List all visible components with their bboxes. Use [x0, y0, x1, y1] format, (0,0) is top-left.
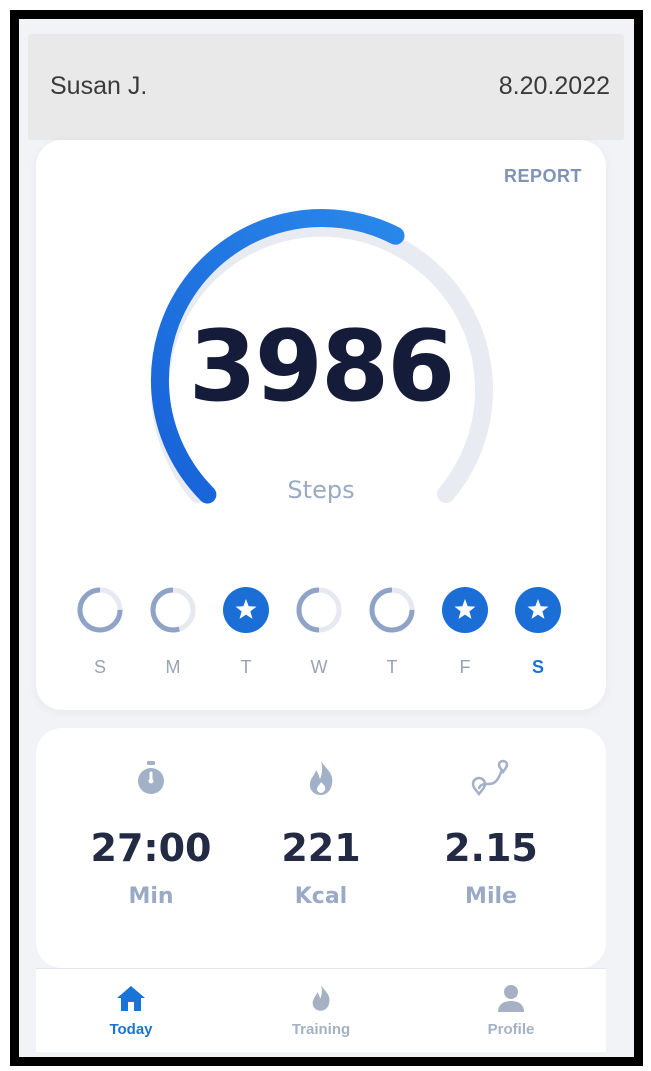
day-label: S	[531, 657, 544, 677]
app-header: Susan J. 8.20.2022	[28, 34, 624, 140]
person-icon	[498, 985, 524, 1012]
weekly-progress: SMTWTFS	[72, 585, 572, 685]
goal-star-icon	[223, 587, 269, 633]
day-indicator[interactable]: S	[510, 585, 566, 685]
tab-profile-label: Profile	[487, 1021, 535, 1038]
bottom-tab-bar: Today Training Profile	[36, 968, 606, 1052]
duration-value: 27:00	[90, 826, 212, 870]
flame-icon	[309, 761, 333, 795]
day-label: T	[240, 657, 252, 677]
day-indicator[interactable]: M	[145, 585, 201, 685]
calories-stat: 221 Kcal	[226, 758, 416, 909]
day-label: M	[165, 657, 181, 677]
day-indicator[interactable]: W	[291, 585, 347, 685]
home-icon	[117, 986, 145, 1011]
day-label: F	[459, 657, 471, 677]
progress-ring-icon	[296, 587, 342, 633]
day-label: W	[310, 657, 328, 677]
progress-ring-icon	[77, 587, 123, 633]
steps-card: REPORT 3986 Steps SMTWTFS	[36, 140, 606, 710]
distance-value: 2.15	[444, 826, 538, 870]
day-indicator[interactable]: S	[72, 585, 128, 685]
steps-label: Steps	[287, 476, 355, 504]
current-date: 8.20.2022	[498, 72, 610, 100]
progress-ring-icon	[150, 587, 196, 633]
tab-today[interactable]: Today	[36, 983, 226, 1038]
tab-training[interactable]: Training	[226, 983, 416, 1038]
duration-unit: Min	[128, 884, 174, 909]
day-indicator[interactable]: F	[437, 585, 493, 685]
distance-stat: 2.15 Mile	[396, 758, 586, 909]
day-indicator[interactable]: T	[218, 585, 274, 685]
flame-icon	[312, 985, 330, 1011]
calories-unit: Kcal	[294, 884, 348, 909]
distance-unit: Mile	[465, 884, 517, 909]
tab-today-label: Today	[109, 1021, 153, 1038]
stats-card: 27:00 Min 221 Kcal 2.15 Mile	[36, 728, 606, 968]
progress-ring-icon	[369, 587, 415, 633]
goal-star-icon	[515, 587, 561, 633]
steps-count: 3986	[188, 310, 456, 424]
duration-stat: 27:00 Min	[56, 758, 246, 909]
tab-profile[interactable]: Profile	[416, 983, 606, 1038]
day-label: T	[386, 657, 398, 677]
day-indicator[interactable]: T	[364, 585, 420, 685]
calories-value: 221	[281, 826, 361, 870]
day-label: S	[93, 657, 106, 677]
stopwatch-icon	[138, 761, 164, 794]
user-name: Susan J.	[50, 72, 148, 100]
goal-star-icon	[442, 587, 488, 633]
route-icon	[471, 759, 509, 797]
tab-training-label: Training	[291, 1021, 351, 1038]
